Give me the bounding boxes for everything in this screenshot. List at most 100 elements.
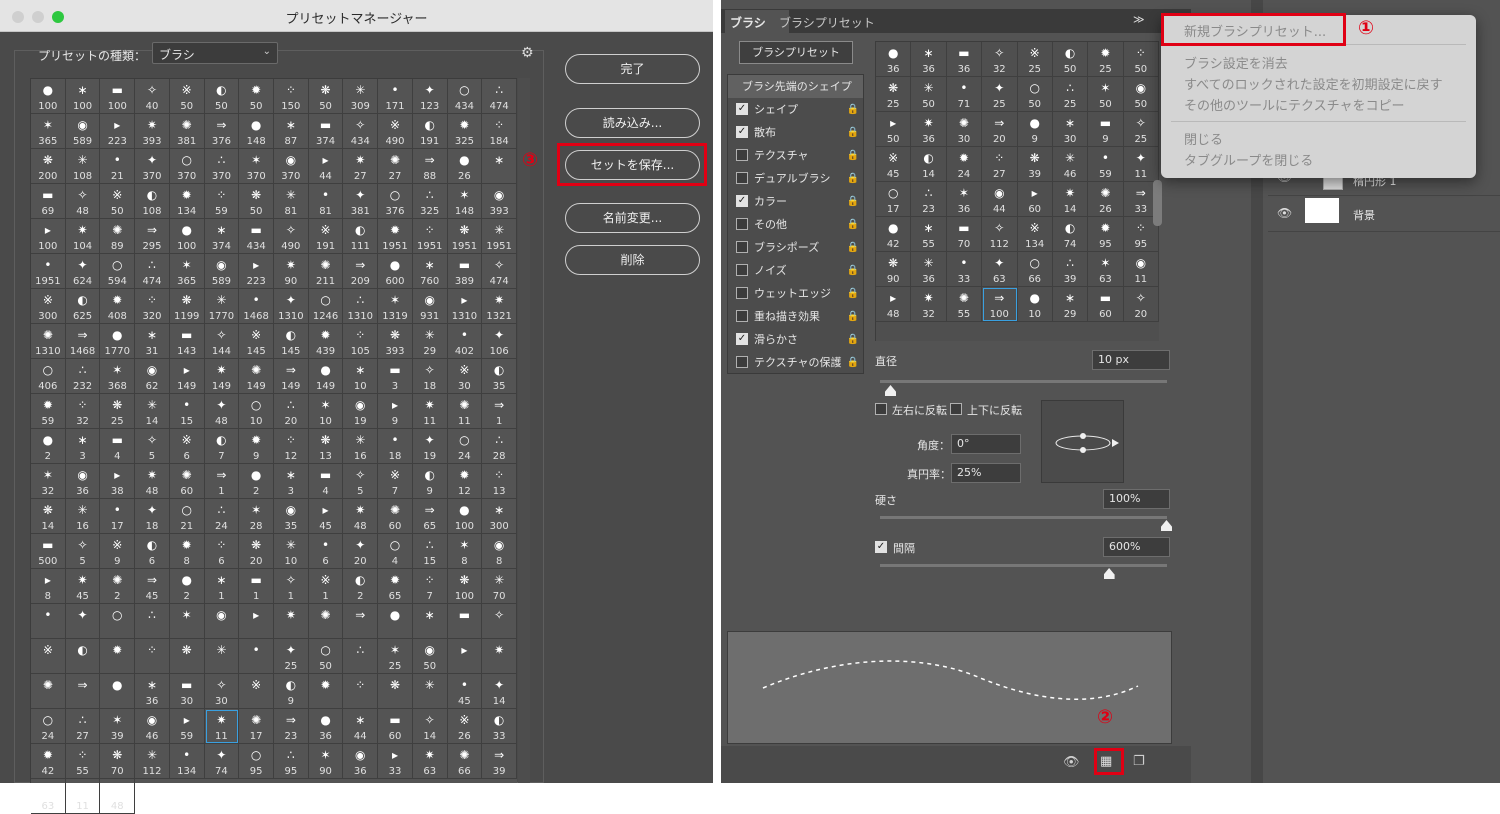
preset-cell[interactable]: ❋ 20 bbox=[239, 534, 274, 569]
brush-tip-cell[interactable]: ◉ 11 bbox=[1123, 252, 1159, 287]
brush-tip-cell[interactable]: ✺ 26 bbox=[1088, 182, 1124, 217]
preset-cell[interactable]: ✺ 1310 bbox=[31, 324, 66, 359]
preset-cell[interactable]: ✷ 149 bbox=[204, 359, 240, 394]
preset-cell[interactable]: ❋ 393 bbox=[378, 324, 413, 359]
preset-cell[interactable]: ● 26 bbox=[447, 149, 483, 184]
preset-cell[interactable]: ✹ 1951 bbox=[378, 219, 413, 254]
brush-option-item[interactable]: テクスチャの保護 🔒 bbox=[728, 351, 863, 374]
preset-cell[interactable]: ▬ 48 bbox=[100, 779, 136, 814]
preset-cell[interactable]: ∴ 20 bbox=[274, 394, 309, 429]
preset-cell[interactable]: ※ 26 bbox=[447, 709, 483, 744]
preset-cell[interactable]: ✳ 309 bbox=[343, 79, 379, 114]
brush-presets-button[interactable]: ブラシプリセット bbox=[739, 41, 853, 64]
preset-cell[interactable]: ◉ 50 bbox=[412, 639, 448, 674]
preset-cell[interactable]: ◉ 589 bbox=[65, 114, 101, 149]
preset-cell[interactable]: ✶ 39 bbox=[100, 709, 136, 744]
preset-cell[interactable]: ● bbox=[378, 604, 413, 639]
preset-cell[interactable]: ▸ 1310 bbox=[447, 289, 483, 324]
brush-option-item[interactable]: ウェットエッジ 🔒 bbox=[728, 282, 863, 305]
preset-cell[interactable]: ✶ 368 bbox=[100, 359, 136, 394]
brush-tip-cell[interactable]: ✳ 46 bbox=[1052, 147, 1089, 182]
preset-cell[interactable]: ▬ 60 bbox=[378, 709, 413, 744]
gear-icon[interactable]: ⚙ bbox=[521, 45, 534, 61]
preset-cell[interactable]: ⇒ 65 bbox=[412, 499, 448, 534]
preset-cell[interactable]: ✹ 50 bbox=[239, 79, 274, 114]
brush-tip-cell[interactable]: ✶ 63 bbox=[1088, 252, 1124, 287]
preset-cell[interactable]: • 21 bbox=[100, 149, 136, 184]
preset-cell[interactable]: ▸ 38 bbox=[100, 464, 136, 499]
preset-cell[interactable]: • 81 bbox=[308, 184, 344, 219]
hardness-slider-knob[interactable] bbox=[1161, 520, 1172, 531]
preset-cell[interactable]: ● 100 bbox=[447, 499, 483, 534]
brush-tip-cell[interactable]: ✷ 32 bbox=[911, 287, 947, 322]
preset-cell[interactable]: ✦ 106 bbox=[482, 324, 517, 359]
brush-option-item[interactable]: ✓ 散布 🔒 bbox=[728, 121, 863, 144]
preset-cell[interactable]: ∴ 15 bbox=[412, 534, 448, 569]
new-document-icon[interactable]: ❐ bbox=[1133, 754, 1145, 769]
preset-cell[interactable]: ∴ 24 bbox=[204, 499, 240, 534]
preset-cell[interactable]: ✶ 32 bbox=[31, 464, 66, 499]
preset-cell[interactable]: ◉ 19 bbox=[343, 394, 379, 429]
preset-cell[interactable]: ✳ 14 bbox=[135, 394, 170, 429]
diameter-slider-knob[interactable] bbox=[885, 385, 896, 396]
preset-cell[interactable]: ✶ 10 bbox=[308, 394, 344, 429]
option-checkbox[interactable] bbox=[736, 172, 748, 184]
preset-cell[interactable]: ✹ 9 bbox=[239, 429, 274, 464]
tab-brush-presets[interactable]: ブラシプリセット bbox=[779, 14, 875, 31]
preset-cell[interactable]: ⇒ bbox=[65, 674, 101, 709]
brush-tip-cell[interactable]: ● 42 bbox=[876, 217, 912, 252]
preset-cell[interactable]: ▸ 45 bbox=[308, 499, 344, 534]
brush-option-item[interactable]: ブラシポーズ 🔒 bbox=[728, 236, 863, 259]
preset-cell[interactable]: ◐ 33 bbox=[482, 709, 517, 744]
preset-cell[interactable]: ✺ bbox=[31, 674, 66, 709]
preset-cell[interactable]: ✷ 11 bbox=[412, 394, 448, 429]
lock-icon[interactable]: 🔒 bbox=[847, 98, 859, 121]
brush-tip-cell[interactable]: ● 10 bbox=[1017, 287, 1053, 322]
preset-cell[interactable]: ※ 300 bbox=[31, 289, 66, 324]
preset-cell[interactable]: ◉ 35 bbox=[274, 499, 309, 534]
option-checkbox[interactable]: ✓ bbox=[736, 195, 748, 207]
preset-cell[interactable]: ✳ bbox=[204, 639, 240, 674]
preset-cell[interactable]: ∴ 27 bbox=[65, 709, 101, 744]
preset-cell[interactable]: ✳ bbox=[412, 674, 448, 709]
preset-cell[interactable]: ∴ bbox=[135, 604, 170, 639]
preset-cell[interactable]: ○ 10 bbox=[239, 394, 274, 429]
brush-tip-cell[interactable]: ○ 17 bbox=[876, 182, 912, 217]
preset-cell[interactable]: • bbox=[239, 639, 274, 674]
preset-cell[interactable]: ✦ 14 bbox=[482, 674, 517, 709]
preset-cell[interactable]: ✹ 325 bbox=[447, 114, 483, 149]
spacing-slider-track[interactable] bbox=[880, 564, 1167, 567]
preset-cell[interactable]: ▸ bbox=[239, 604, 274, 639]
preset-cell[interactable]: ⁘ 105 bbox=[343, 324, 379, 359]
preset-cell[interactable]: ⇒ 376 bbox=[204, 114, 240, 149]
preset-cell[interactable]: ▸ 44 bbox=[308, 149, 344, 184]
preset-cell[interactable]: ∗ 36 bbox=[135, 674, 170, 709]
preset-cell[interactable]: ● 2 bbox=[239, 464, 274, 499]
brush-option-item[interactable]: 重ね描き効果 🔒 bbox=[728, 305, 863, 328]
preset-cell[interactable]: ▸ 33 bbox=[378, 744, 413, 779]
preset-cell[interactable]: ◉ 8 bbox=[482, 534, 517, 569]
preset-cell[interactable]: ⁘ 6 bbox=[204, 534, 240, 569]
brush-tip-cell[interactable]: ✷ 14 bbox=[1052, 182, 1089, 217]
preset-cell[interactable]: ◉ 36 bbox=[343, 744, 379, 779]
preset-cell[interactable]: ✹ 439 bbox=[308, 324, 344, 359]
preset-cell[interactable]: ✺ 27 bbox=[378, 149, 413, 184]
preset-cell[interactable]: ✺ 149 bbox=[239, 359, 274, 394]
preset-cell[interactable]: ◉ 589 bbox=[204, 254, 240, 289]
preset-cell[interactable]: ⇒ 39 bbox=[482, 744, 517, 779]
brush-option-item[interactable]: テクスチャ 🔒 bbox=[728, 144, 863, 167]
lock-icon[interactable]: 🔒 bbox=[847, 328, 859, 351]
preset-cell[interactable]: ✺ 60 bbox=[378, 499, 413, 534]
preset-cell[interactable]: ✹ bbox=[308, 674, 344, 709]
brush-option-item[interactable]: デュアルブラシ 🔒 bbox=[728, 167, 863, 190]
preset-cell[interactable]: ∗ 100 bbox=[65, 79, 101, 114]
brush-tip-cell[interactable]: ✺ 30 bbox=[946, 112, 983, 147]
preset-cell[interactable]: ● 1770 bbox=[100, 324, 136, 359]
preset-cell[interactable]: ∗ 3 bbox=[274, 464, 309, 499]
preset-cell[interactable]: • 171 bbox=[378, 79, 413, 114]
preset-cell[interactable]: ✶ 28 bbox=[239, 499, 274, 534]
preset-cell[interactable]: ✷ 104 bbox=[65, 219, 101, 254]
preset-cell[interactable]: ○ 24 bbox=[447, 429, 483, 464]
option-checkbox[interactable]: ✓ bbox=[736, 333, 748, 345]
preset-cell[interactable]: ✷ bbox=[482, 639, 517, 674]
